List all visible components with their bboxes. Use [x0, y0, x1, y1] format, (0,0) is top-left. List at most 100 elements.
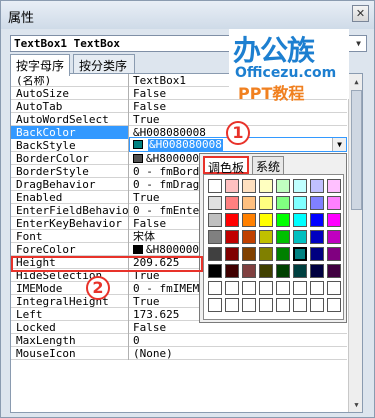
close-button[interactable]: ✕: [352, 5, 369, 22]
color-cell[interactable]: [310, 230, 324, 244]
property-name: IntegralHeight: [11, 295, 129, 308]
color-cell[interactable]: [208, 196, 222, 210]
color-cell[interactable]: [225, 298, 239, 312]
tab-palette[interactable]: 调色板: [203, 156, 250, 175]
color-cell[interactable]: [310, 298, 324, 312]
color-cell[interactable]: [293, 196, 307, 210]
color-cell[interactable]: [225, 196, 239, 210]
color-cell[interactable]: [242, 247, 256, 261]
annotation-badge-1: 1: [226, 121, 250, 145]
color-cell[interactable]: [293, 247, 307, 261]
color-cell[interactable]: [259, 298, 273, 312]
chevron-down-icon[interactable]: ▼: [332, 138, 346, 151]
color-cell[interactable]: [242, 264, 256, 278]
property-row[interactable]: MaxLength 0: [11, 334, 347, 347]
color-cell[interactable]: [259, 247, 273, 261]
property-name: Left: [11, 308, 129, 321]
property-name: AutoSize: [11, 87, 129, 100]
color-cell[interactable]: [276, 264, 290, 278]
color-cell[interactable]: [259, 281, 273, 295]
color-cell[interactable]: [242, 230, 256, 244]
scroll-down-icon[interactable]: ▼: [351, 399, 362, 411]
color-cell[interactable]: [293, 281, 307, 295]
backcolor-value: &H008080008: [148, 138, 223, 151]
color-cell[interactable]: [327, 281, 341, 295]
color-cell[interactable]: [242, 179, 256, 193]
color-cell[interactable]: [310, 196, 324, 210]
color-cell[interactable]: [276, 213, 290, 227]
color-cell[interactable]: [276, 298, 290, 312]
color-cell[interactable]: [208, 264, 222, 278]
color-cell[interactable]: [242, 298, 256, 312]
color-cell[interactable]: [293, 213, 307, 227]
property-value[interactable]: (None): [130, 347, 345, 360]
color-cell[interactable]: [276, 230, 290, 244]
color-cell[interactable]: [259, 196, 273, 210]
property-name: DragBehavior: [11, 178, 129, 191]
property-name: BackStyle: [11, 139, 129, 152]
color-cell[interactable]: [225, 264, 239, 278]
color-cell[interactable]: [259, 213, 273, 227]
property-row[interactable]: MouseIcon (None): [11, 347, 347, 360]
color-cell[interactable]: [327, 179, 341, 193]
color-cell[interactable]: [276, 196, 290, 210]
property-name: MouseIcon: [11, 347, 129, 360]
color-cell[interactable]: [276, 179, 290, 193]
property-name: BorderColor: [11, 152, 129, 165]
property-name: AutoTab: [11, 100, 129, 113]
color-cell[interactable]: [310, 247, 324, 261]
color-cell[interactable]: [208, 230, 222, 244]
close-icon: ✕: [355, 7, 366, 20]
annotation-badge-2: 2: [86, 276, 110, 300]
color-cell[interactable]: [293, 264, 307, 278]
color-cell[interactable]: [225, 230, 239, 244]
property-name: EnterFieldBehavior: [11, 204, 129, 217]
color-cell[interactable]: [242, 196, 256, 210]
properties-window: 属性 ✕ TextBox1 TextBox ▼ 按字母序 按分类序 (名称) Te…: [0, 0, 375, 418]
color-cell[interactable]: [208, 213, 222, 227]
color-cell[interactable]: [327, 264, 341, 278]
color-cell[interactable]: [327, 196, 341, 210]
tab-alphabetic[interactable]: 按字母序: [10, 54, 70, 76]
color-cell[interactable]: [310, 213, 324, 227]
property-name: EnterKeyBehavior: [11, 217, 129, 230]
scrollbar-thumb[interactable]: [351, 90, 362, 210]
color-cell[interactable]: [310, 179, 324, 193]
color-cell[interactable]: [276, 247, 290, 261]
color-cell[interactable]: [225, 247, 239, 261]
tab-system[interactable]: 系统: [252, 156, 285, 174]
color-cell[interactable]: [208, 281, 222, 295]
tab-categorized[interactable]: 按分类序: [73, 54, 135, 74]
color-cell[interactable]: [327, 247, 341, 261]
color-cell[interactable]: [293, 230, 307, 244]
color-cell[interactable]: [225, 179, 239, 193]
property-value[interactable]: 0: [130, 334, 345, 347]
property-name: Font: [11, 230, 129, 243]
chevron-down-icon[interactable]: ▼: [352, 37, 365, 50]
color-cell[interactable]: [327, 298, 341, 312]
property-row[interactable]: AutoWordSelect True: [11, 113, 347, 126]
color-cell[interactable]: [242, 281, 256, 295]
color-cell[interactable]: [259, 230, 273, 244]
color-cell[interactable]: [310, 281, 324, 295]
color-cell[interactable]: [208, 298, 222, 312]
vertical-scrollbar[interactable]: ▲ ▼: [348, 74, 362, 412]
color-cell[interactable]: [259, 264, 273, 278]
color-cell[interactable]: [208, 179, 222, 193]
color-cell[interactable]: [208, 247, 222, 261]
color-cell[interactable]: [225, 281, 239, 295]
color-cell[interactable]: [327, 230, 341, 244]
color-cell[interactable]: [310, 264, 324, 278]
logo-en-text: Officezu.com: [235, 65, 337, 81]
color-cell[interactable]: [259, 179, 273, 193]
color-cell[interactable]: [293, 179, 307, 193]
color-cell[interactable]: [225, 213, 239, 227]
color-grid: [203, 174, 344, 320]
property-name: MaxLength: [11, 334, 129, 347]
color-cell[interactable]: [242, 213, 256, 227]
scroll-up-icon[interactable]: ▲: [351, 76, 362, 88]
color-cell[interactable]: [327, 213, 341, 227]
color-cell[interactable]: [276, 281, 290, 295]
property-name: AutoWordSelect: [11, 113, 129, 126]
color-cell[interactable]: [293, 298, 307, 312]
